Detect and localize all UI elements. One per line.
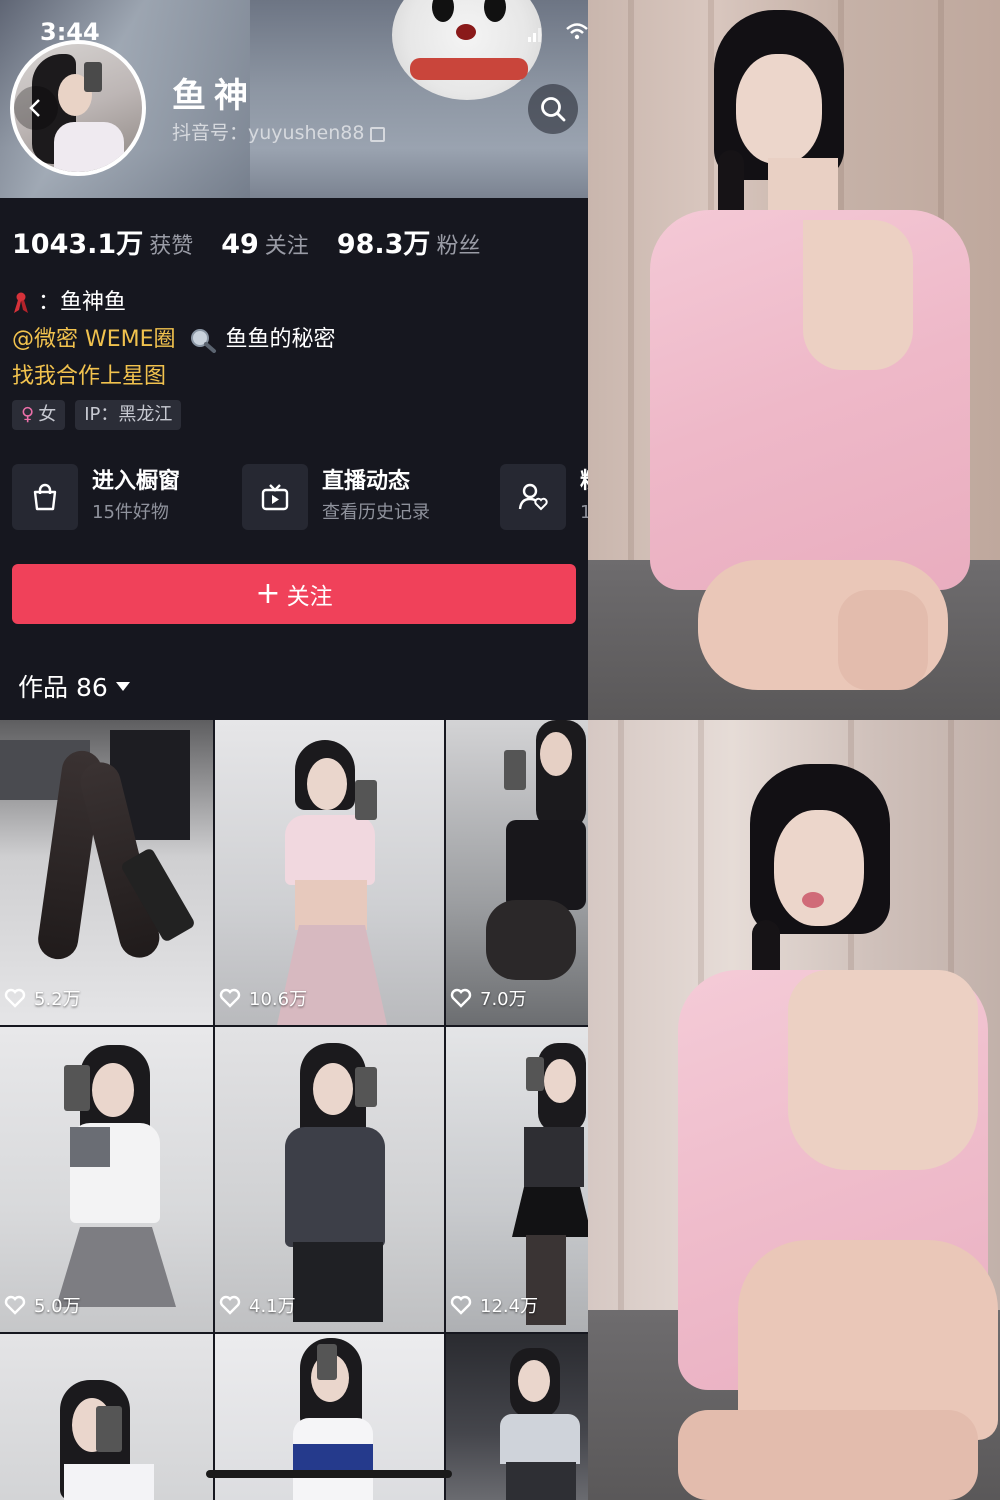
live-history-shortcut[interactable]: 直播动态 查看历史记录 — [242, 462, 430, 532]
heart-icon — [4, 988, 26, 1008]
douyin-id: 抖音号：yuyushen88 — [172, 122, 365, 144]
likes-count: 12.4万 — [450, 1292, 538, 1318]
profile-tags: ♀ 女 IP：黑龙江 — [12, 400, 182, 430]
likes-count: 5.0万 — [4, 1292, 81, 1318]
showcase-shortcut[interactable]: 进入橱窗 15件好物 — [12, 462, 180, 532]
video-thumbnail[interactable]: 5.2万 — [0, 720, 213, 1025]
live-tv-icon — [242, 464, 308, 530]
wifi-icon — [566, 23, 588, 40]
likes-count: 1043.1万 — [12, 229, 144, 260]
works-tab[interactable]: 作品 86 — [18, 668, 130, 704]
douyin-id-row[interactable]: 抖音号：yuyushen88 — [172, 118, 386, 145]
follow-button[interactable]: + 关注 — [12, 564, 576, 624]
video-thumbnail[interactable] — [446, 1334, 588, 1500]
profile-name: 鱼神 — [172, 76, 256, 116]
heart-icon — [450, 1295, 472, 1315]
bio-line-3[interactable]: 找我合作上星图 — [12, 358, 336, 395]
likes-label: 获赞 — [149, 234, 194, 259]
live-history-title: 直播动态 — [322, 469, 411, 494]
home-indicator[interactable] — [206, 1470, 452, 1478]
video-thumbnail[interactable]: 12.4万 — [446, 1027, 588, 1332]
video-thumbnail[interactable] — [0, 1334, 213, 1500]
following-label[interactable]: 关注 — [265, 228, 309, 260]
bio-line-1: ：鱼神鱼 — [38, 290, 127, 315]
video-thumbnail[interactable]: 7.0万 — [446, 720, 588, 1025]
shopping-bag-icon — [12, 464, 78, 530]
heart-icon — [219, 988, 241, 1008]
plus-icon: + — [255, 576, 281, 611]
fans-sub: 1 — [580, 502, 588, 523]
works-tab-label: 作品 86 — [18, 673, 108, 702]
dropdown-caret-icon — [115, 681, 130, 691]
signal-icon — [528, 28, 542, 42]
search-icon — [541, 97, 566, 122]
heart-icon — [219, 1295, 241, 1315]
bio: ：鱼神鱼 @微密 WEME圈 鱼鱼的秘密 找我合作上星图 — [12, 284, 336, 395]
likes-count: 4.1万 — [219, 1292, 296, 1318]
weme-mention-link[interactable]: @微密 WEME圈 — [12, 327, 176, 352]
live-history-sub: 查看历史记录 — [322, 502, 430, 523]
search-button[interactable] — [528, 84, 578, 134]
magnifier-icon — [190, 329, 216, 353]
back-button[interactable] — [14, 86, 58, 130]
video-thumbnail[interactable]: 5.0万 — [0, 1027, 213, 1332]
shortcut-row: 进入橱窗 15件好物 直播动态 查看历史记录 粉 1 — [12, 462, 588, 532]
video-grid: 5.2万 10.6万 7.0万 5.0万 4.1万 12.4万 — [0, 720, 588, 1500]
user-heart-icon — [500, 464, 566, 530]
showcase-title: 进入橱窗 — [92, 469, 181, 494]
likes-count: 7.0万 — [450, 985, 527, 1011]
likes-count: 10.6万 — [219, 985, 307, 1011]
followers-count[interactable]: 98.3万 — [337, 222, 431, 261]
photo-kimono-sitting — [588, 720, 1000, 1500]
showcase-sub: 15件好物 — [92, 502, 169, 523]
search-keyword-link[interactable]: 鱼鱼的秘密 — [226, 327, 336, 352]
heart-icon — [450, 988, 472, 1008]
followers-label[interactable]: 粉丝 — [436, 228, 480, 260]
gender-tag: ♀ 女 — [12, 400, 66, 430]
follow-button-label: 关注 — [286, 584, 333, 610]
photo-kimono-kneeling — [588, 0, 1000, 720]
video-thumbnail[interactable]: 4.1万 — [215, 1027, 444, 1332]
female-icon: ♀ — [21, 404, 35, 425]
profile-stats: 1043.1万 获赞 49 关注 98.3万 粉丝 — [12, 222, 508, 261]
ribbon-icon — [14, 292, 28, 313]
fans-shortcut[interactable]: 粉 1 — [500, 462, 588, 532]
copy-icon[interactable] — [370, 127, 386, 142]
likes-count: 5.2万 — [4, 985, 81, 1011]
following-count[interactable]: 49 — [221, 229, 259, 260]
cover-snowman — [392, 0, 542, 100]
fans-title: 粉 — [580, 466, 588, 498]
video-thumbnail[interactable]: 10.6万 — [215, 720, 444, 1025]
chevron-left-icon — [29, 99, 40, 117]
profile-screen: 3:44 鱼神 抖音号：yuyushen88 1043.1万 获赞 49 关注 … — [0, 0, 588, 1500]
ip-location-tag: IP：黑龙江 — [75, 400, 182, 430]
heart-icon — [4, 1295, 26, 1315]
